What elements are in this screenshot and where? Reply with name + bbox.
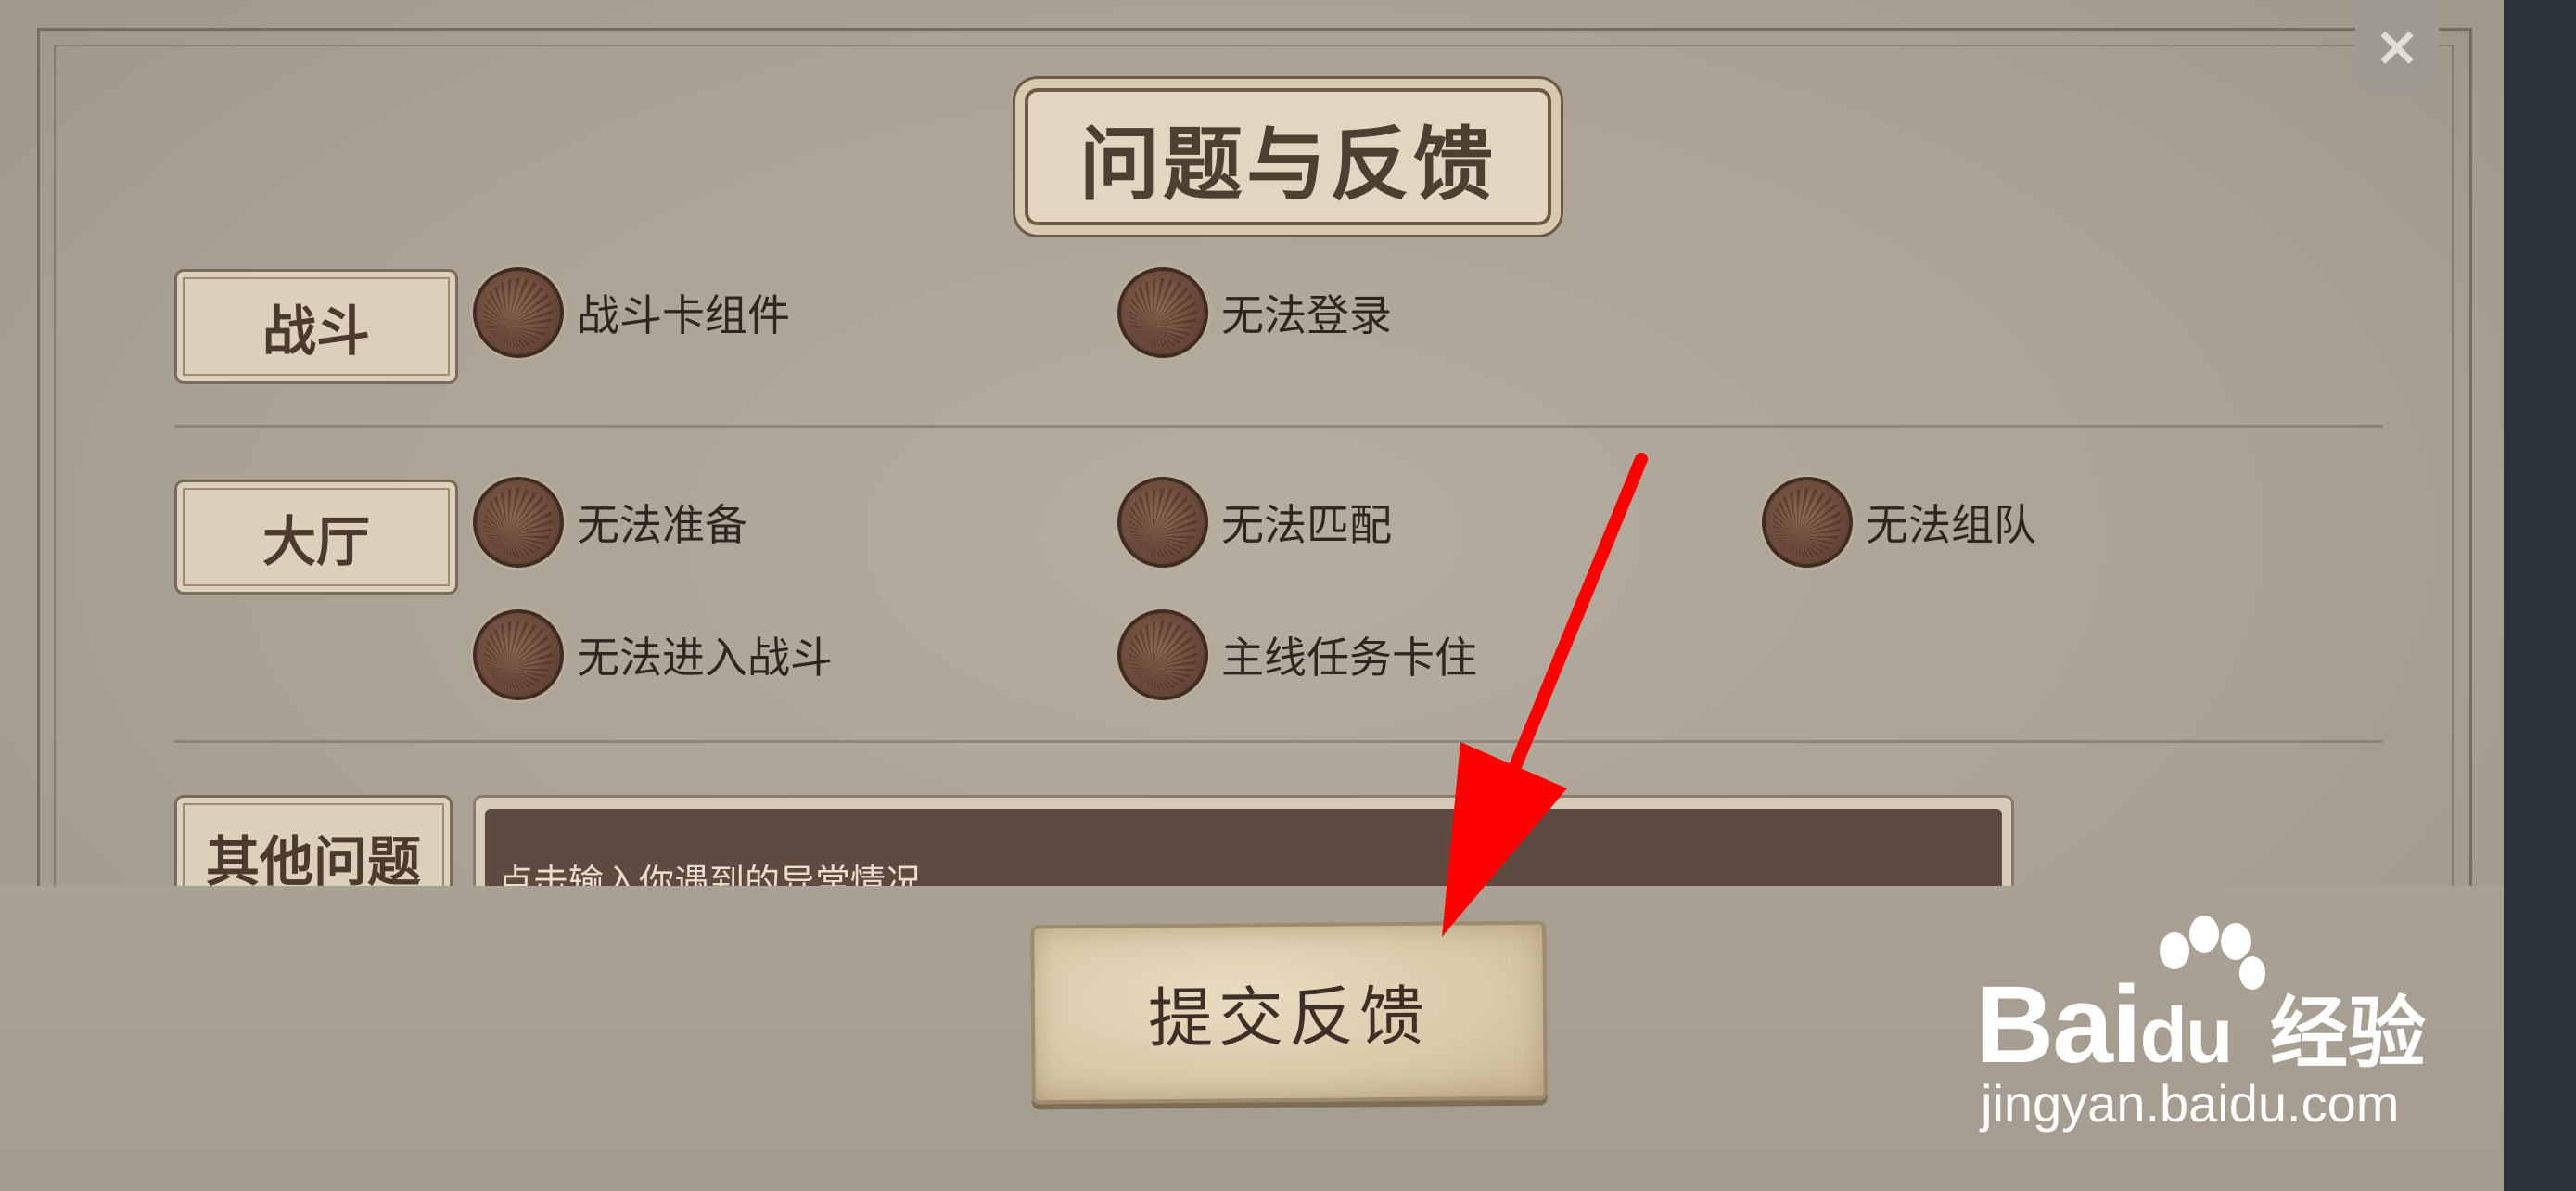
radio-disc-icon[interactable] [1117,609,1208,700]
option-cannot-match[interactable]: 无法匹配 [1117,476,1392,569]
option-cannot-team[interactable]: 无法组队 [1762,476,2036,569]
option-battle-card-component[interactable]: 战斗卡组件 [473,266,790,359]
submit-button-label: 提交反馈 [1147,978,1431,1057]
category-label-battle: 战斗 [174,269,458,384]
radio-disc-icon[interactable] [1117,477,1208,568]
radio-disc-icon[interactable] [473,609,564,700]
radio-disc-icon[interactable] [1117,267,1208,358]
option-cannot-enter-battle[interactable]: 无法进入战斗 [473,608,833,701]
radio-disc-icon[interactable] [473,477,564,568]
watermark-brand: Baidu [1975,962,2234,1088]
title-plate: 问题与反馈 [1025,88,1551,225]
option-label: 主线任务卡住 [1221,633,1477,683]
watermark-brand-du: du [2139,992,2234,1079]
option-cannot-ready[interactable]: 无法准备 [473,476,747,569]
radio-disc-icon[interactable] [1762,477,1853,568]
option-label: 无法组队 [1866,500,2036,550]
radio-disc-icon[interactable] [473,267,564,358]
baidu-jingyan-watermark: Baidu 经验 jingyan.baidu.com [1975,914,2494,1141]
option-cannot-login[interactable]: 无法登录 [1117,266,1392,359]
option-label: 无法进入战斗 [577,633,833,683]
submit-feedback-button[interactable]: 提交反馈 [1030,920,1548,1105]
close-icon[interactable]: × [2355,0,2439,93]
option-label: 无法匹配 [1221,500,1392,550]
section-divider [174,740,2383,743]
option-main-quest-stuck[interactable]: 主线任务卡住 [1117,608,1477,701]
dialog-title: 问题与反馈 [1079,117,1497,211]
watermark-brand-bai: Bai [1975,964,2142,1086]
option-label: 战斗卡组件 [577,290,790,340]
option-label: 无法登录 [1221,290,1392,340]
option-label: 无法准备 [577,500,747,550]
watermark-url: jingyan.baidu.com [1981,1074,2400,1133]
category-label-lobby: 大厅 [174,480,458,595]
section-divider [174,425,2383,428]
watermark-jingyan: 经验 [2270,988,2427,1079]
